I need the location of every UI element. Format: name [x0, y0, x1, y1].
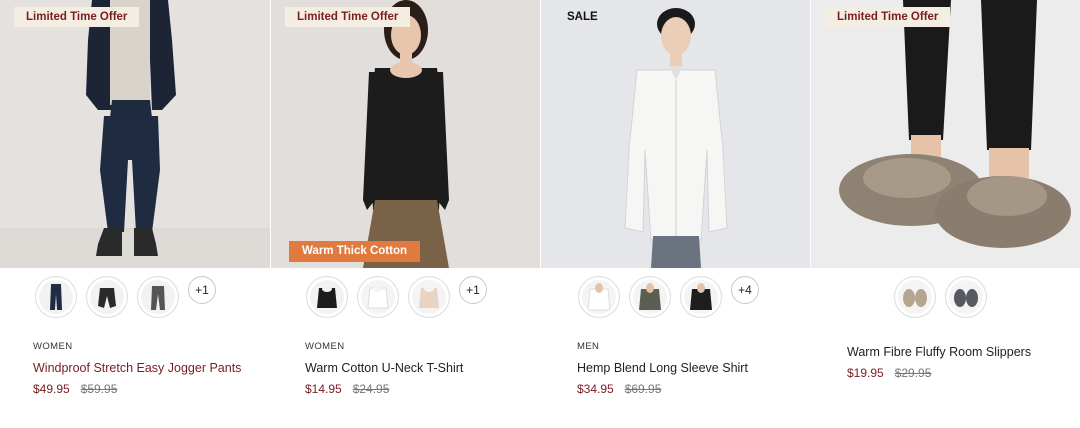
- original-price: $69.95: [624, 382, 662, 396]
- product-name-link[interactable]: Windproof Stretch Easy Jogger Pants: [33, 361, 241, 375]
- more-colors-button[interactable]: +1: [188, 276, 216, 304]
- product-category: WOMEN: [33, 341, 73, 352]
- color-swatch-navy[interactable]: [35, 276, 77, 318]
- color-swatch-white[interactable]: [357, 276, 399, 318]
- product-category: MEN: [577, 341, 600, 352]
- color-swatch-black[interactable]: [680, 276, 722, 318]
- product-name-link[interactable]: Hemp Blend Long Sleeve Shirt: [577, 361, 748, 375]
- original-price: $59.95: [80, 382, 118, 396]
- original-price: $24.95: [352, 382, 390, 396]
- limited-offer-badge: Limited Time Offer: [285, 7, 411, 27]
- more-colors-button[interactable]: +1: [459, 276, 487, 304]
- more-colors-button[interactable]: +4: [731, 276, 759, 304]
- color-swatch-gray[interactable]: [137, 276, 179, 318]
- product-photo: [811, 0, 1080, 268]
- sale-price: $14.95: [305, 382, 342, 396]
- product-card-room-slippers[interactable]: Limited Time Offer Warm Fibre Fluffy Roo…: [810, 0, 1080, 428]
- color-swatches: +1: [35, 276, 216, 318]
- product-card-hemp-shirt[interactable]: SALE +4 MEN Hemp Blend Long Sleeve Shirt…: [540, 0, 811, 428]
- product-card-cotton-tshirt[interactable]: Limited Time Offer Warm Thick Cotton +1 …: [270, 0, 541, 428]
- product-image-jogger-pants[interactable]: Limited Time Offer: [0, 0, 270, 268]
- product-image-hemp-shirt[interactable]: SALE: [541, 0, 811, 268]
- product-image-cotton-tshirt[interactable]: Limited Time Offer Warm Thick Cotton: [271, 0, 541, 268]
- limited-offer-badge: Limited Time Offer: [825, 7, 951, 27]
- product-card-jogger-pants[interactable]: Limited Time Offer +1 WOMEN Windproof St…: [0, 0, 270, 428]
- sale-price: $19.95: [847, 366, 884, 380]
- color-swatch-olive[interactable]: [629, 276, 671, 318]
- price-row: $34.95 $69.95: [577, 382, 661, 396]
- feature-badge: Warm Thick Cotton: [289, 241, 420, 262]
- color-swatch-black[interactable]: [86, 276, 128, 318]
- model-photo: [0, 0, 270, 268]
- model-photo: [541, 0, 811, 268]
- product-category: WOMEN: [305, 341, 345, 352]
- color-swatch-gray[interactable]: [945, 276, 987, 318]
- model-photo: [271, 0, 541, 268]
- color-swatch-black[interactable]: [306, 276, 348, 318]
- color-swatches: [894, 276, 987, 318]
- product-name-link[interactable]: Warm Fibre Fluffy Room Slippers: [847, 345, 1031, 359]
- product-name-link[interactable]: Warm Cotton U-Neck T-Shirt: [305, 361, 463, 375]
- sale-price: $34.95: [577, 382, 614, 396]
- color-swatch-beige[interactable]: [894, 276, 936, 318]
- price-row: $49.95 $59.95: [33, 382, 117, 396]
- limited-offer-badge: Limited Time Offer: [14, 7, 140, 27]
- sale-badge: SALE: [567, 11, 598, 23]
- color-swatch-white[interactable]: [578, 276, 620, 318]
- price-row: $14.95 $24.95: [305, 382, 389, 396]
- original-price: $29.95: [894, 366, 932, 380]
- color-swatches: +4: [578, 276, 759, 318]
- price-row: $19.95 $29.95: [847, 366, 931, 380]
- product-image-room-slippers[interactable]: Limited Time Offer: [811, 0, 1080, 268]
- color-swatches: +1: [306, 276, 487, 318]
- sale-price: $49.95: [33, 382, 70, 396]
- product-grid: Limited Time Offer +1 WOMEN Windproof St…: [0, 0, 1080, 428]
- color-swatch-beige[interactable]: [408, 276, 450, 318]
